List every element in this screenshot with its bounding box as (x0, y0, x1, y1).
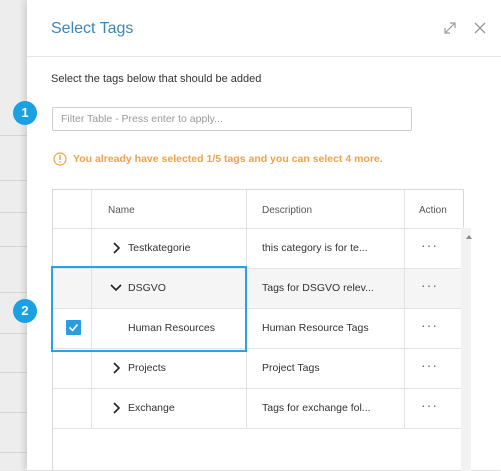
expand-icon[interactable] (440, 18, 460, 38)
close-icon[interactable] (470, 18, 490, 38)
background-divider (0, 212, 27, 213)
background-divider (0, 180, 27, 181)
chevron-right-icon[interactable] (111, 361, 123, 375)
row-action-menu[interactable]: ··· (421, 317, 438, 333)
tag-description: Tags for exchange fol... (262, 402, 371, 414)
tag-description: Project Tags (262, 362, 320, 374)
row-action-menu[interactable]: ··· (421, 277, 438, 293)
scroll-up-arrow-icon[interactable] (466, 235, 472, 239)
background-divider (0, 412, 27, 413)
column-header-name[interactable]: Name (108, 205, 135, 216)
background-panel (0, 0, 27, 470)
column-divider (404, 190, 405, 428)
table-scrollbar[interactable] (461, 228, 471, 471)
header-divider (27, 56, 501, 57)
select-tags-dialog: Select Tags Select the tags below that s… (27, 0, 501, 471)
background-divider (0, 246, 27, 247)
tag-name: Exchange (128, 402, 175, 414)
row-action-menu[interactable]: ··· (421, 357, 438, 373)
column-header-description[interactable]: Description (262, 205, 312, 216)
background-divider (0, 452, 27, 453)
background-divider (0, 135, 27, 136)
row-action-menu[interactable]: ··· (421, 237, 438, 253)
tag-description: Tags for DSGVO relev... (262, 282, 374, 294)
table-row[interactable]: Testkategorie this category is for te...… (53, 229, 463, 268)
table-row[interactable]: Projects Project Tags ··· (53, 349, 463, 388)
tag-name: Testkategorie (128, 242, 191, 254)
tag-name: Projects (128, 362, 166, 374)
dialog-title: Select Tags (51, 20, 134, 37)
chevron-right-icon[interactable] (111, 241, 123, 255)
row-action-menu[interactable]: ··· (421, 397, 438, 413)
dsgvo-highlight-box (51, 266, 247, 352)
chevron-right-icon[interactable] (111, 401, 123, 415)
row-divider (53, 428, 463, 429)
callout-badge-2: 2 (13, 299, 37, 323)
callout-badge-1: 1 (13, 101, 37, 125)
tag-description: this category is for te... (262, 242, 368, 254)
filter-input[interactable] (52, 107, 412, 131)
background-divider (0, 372, 27, 373)
table-row[interactable]: Exchange Tags for exchange fol... ··· (53, 389, 463, 428)
column-header-action: Action (419, 205, 447, 216)
background-divider (0, 292, 27, 293)
background-divider (0, 333, 27, 334)
selection-warning: You already have selected 1/5 tags and y… (73, 153, 383, 165)
info-icon (53, 152, 67, 166)
instruction-text: Select the tags below that should be add… (51, 73, 262, 85)
tag-description: Human Resource Tags (262, 322, 369, 334)
